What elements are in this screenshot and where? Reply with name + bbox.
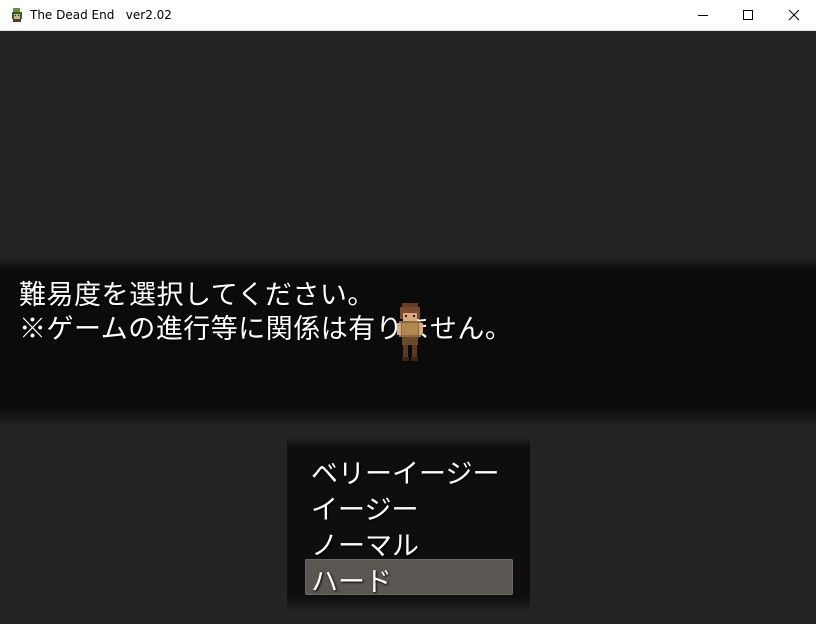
maximize-icon [743,10,753,20]
window-title: The Dead End ver2.02 [30,8,172,22]
title-bar[interactable]: The Dead End ver2.02 [0,0,816,31]
minimize-button[interactable] [680,0,726,30]
message-line-2: ※ゲームの進行等に関係は有りません。 [19,314,513,345]
choice-very-easy[interactable]: ベリーイージー [311,452,499,491]
game-screen[interactable]: 難易度を選択してください。 ※ゲームの進行等に関係は有りません。 ベリーイージー… [0,31,816,624]
minimize-icon [698,15,708,16]
choice-hard[interactable]: ハード [311,560,392,599]
close-icon [788,9,800,21]
choice-normal[interactable]: ノーマル [311,524,419,563]
choice-easy[interactable]: イージー [311,488,418,527]
character-sprite [397,303,423,361]
maximize-button[interactable] [725,0,771,30]
close-button[interactable] [771,0,816,30]
game-app-icon [9,7,25,23]
